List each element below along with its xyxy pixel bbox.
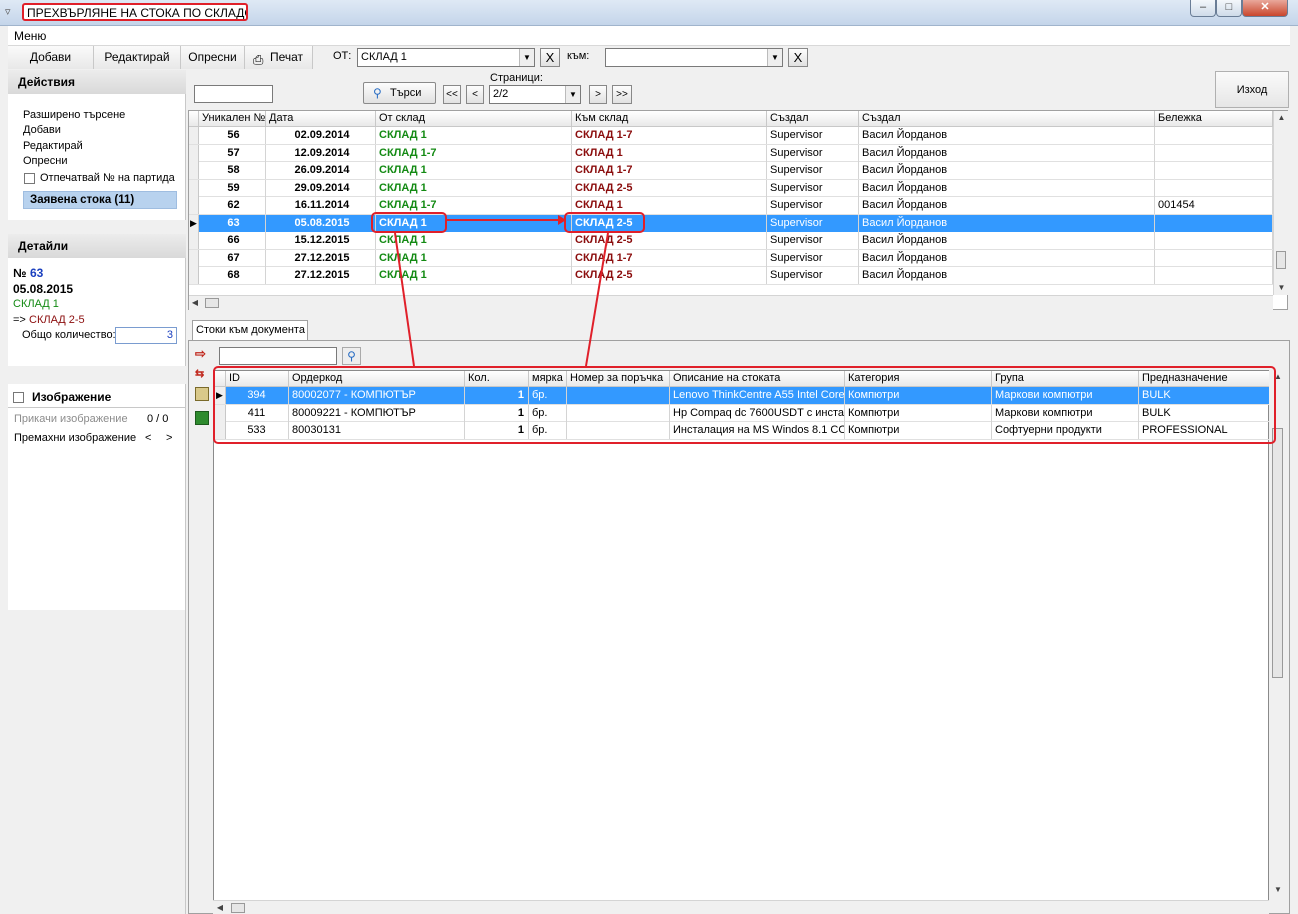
arrow-head-icon (558, 215, 566, 225)
annotation-line (394, 232, 415, 367)
annotation-line (585, 232, 609, 367)
annotation-arrows (394, 215, 609, 367)
